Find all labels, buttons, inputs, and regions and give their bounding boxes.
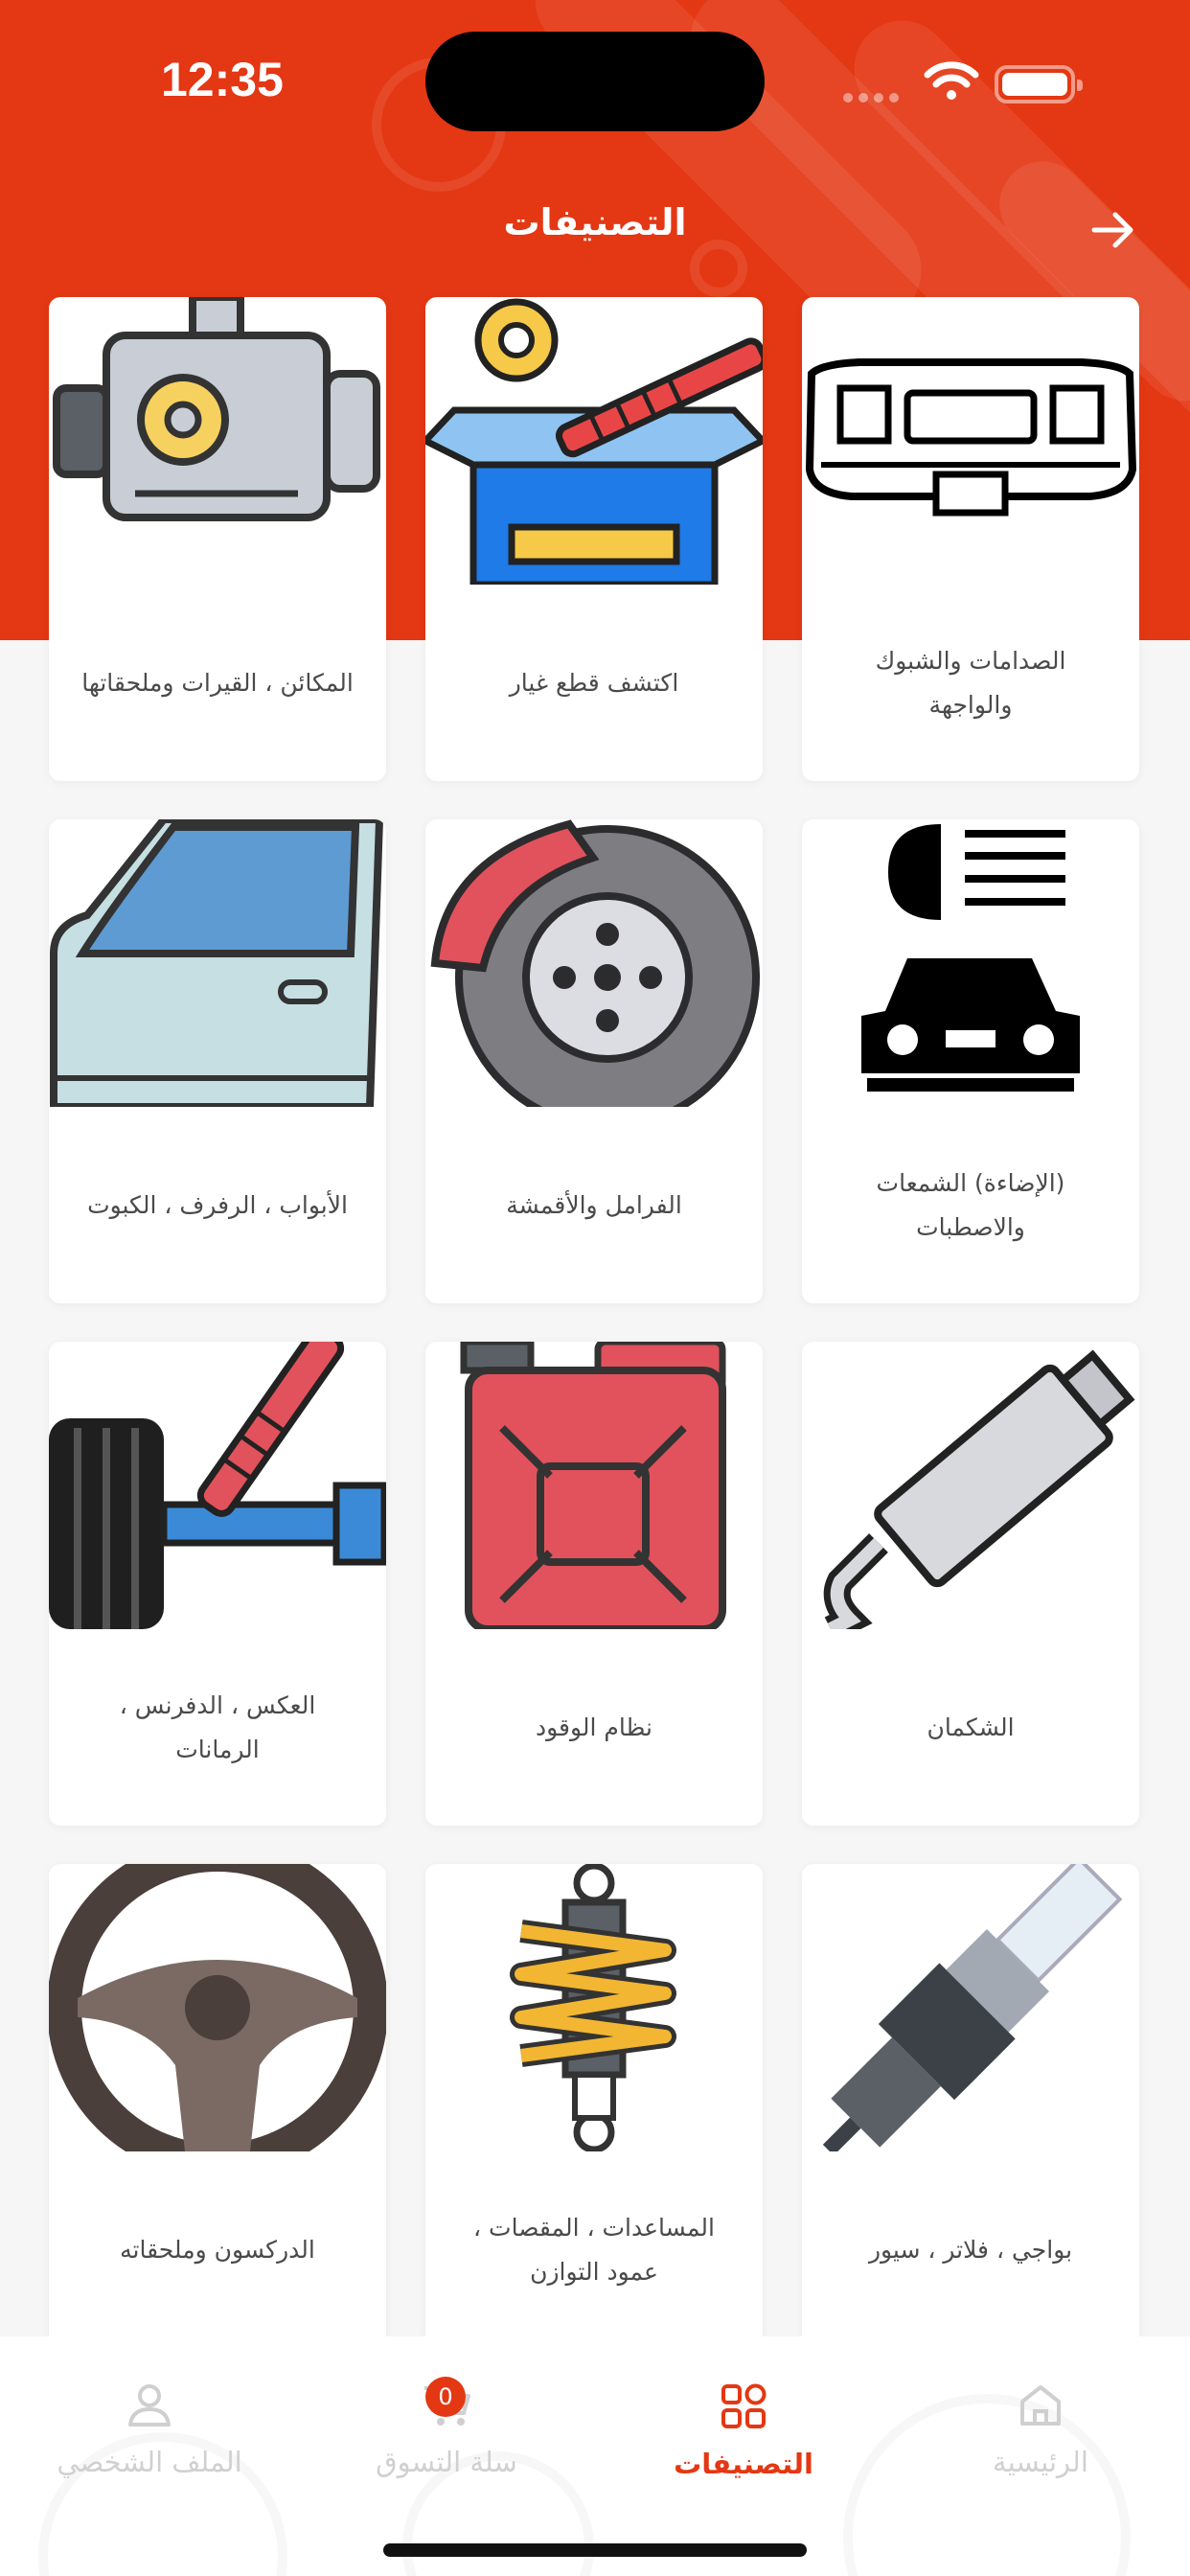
tab-bar: الرئيسية التصنيفات 0 سلة التسوق الملف ال… (0, 2336, 1190, 2576)
back-arrow-icon[interactable] (1087, 203, 1140, 257)
tab-label: الرئيسية (993, 2446, 1088, 2478)
category-label: الأبواب ، الرفرف ، الكبوت (87, 1190, 348, 1219)
category-card-doors[interactable]: الأبواب ، الرفرف ، الكبوت (49, 819, 386, 1303)
category-label: المكائن ، القيرات وملحقاتها (81, 668, 354, 697)
exhaust-muffler-icon (823, 1349, 1135, 1629)
home-indicator (383, 2543, 807, 2557)
category-card-engines[interactable]: المكائن ، القيرات وملحقاتها (49, 297, 386, 781)
category-card-spark-plugs[interactable]: بواجي ، فلاتر ، سيور (802, 1864, 1139, 2348)
signal-icon (843, 88, 904, 106)
category-label: بواجي ، فلاتر ، سيور (868, 2235, 1073, 2264)
tab-categories[interactable]: التصنيفات (609, 2356, 878, 2490)
engine-icon (53, 297, 380, 521)
tab-label: التصنيفات (674, 2448, 813, 2480)
tab-home[interactable]: الرئيسية (906, 2356, 1175, 2490)
car-door-icon (50, 819, 384, 1107)
category-card-shocks[interactable]: المساعدات ، المقصات ، عمود التوازن (425, 1864, 763, 2348)
shock-absorber-icon (510, 1864, 676, 2151)
category-card-brakes[interactable]: الفرامل والأقمشة (425, 819, 763, 1303)
car-bumper-icon (805, 358, 1137, 517)
suspension-axle-icon (49, 1342, 386, 1629)
fuel-can-icon (460, 1342, 726, 1629)
category-label: الشكمان (927, 1713, 1015, 1741)
page-title: التصنيفات (503, 201, 687, 243)
category-card-exhaust[interactable]: الشكمان (802, 1342, 1139, 1826)
car-headlight-icon (861, 824, 1080, 1092)
tab-label: الملف الشخصي (57, 2446, 242, 2478)
category-label: نظام الوقود (536, 1713, 652, 1741)
grid-icon (721, 2383, 767, 2428)
status-time: 12:35 (161, 53, 284, 106)
battery-icon (995, 65, 1083, 104)
category-card-lighting[interactable]: (الإضاءة) الشمعات والاصطبات (802, 819, 1139, 1303)
spark-plug-icon (822, 1864, 1123, 2151)
brake-disc-icon (430, 819, 760, 1107)
category-card-steering[interactable]: الدركسون وملحقاته (49, 1864, 386, 2348)
user-icon (128, 2384, 171, 2426)
tab-cart[interactable]: 0 سلة التسوق (312, 2356, 581, 2490)
home-icon (1020, 2385, 1061, 2426)
tab-profile[interactable]: الملف الشخصي (15, 2356, 284, 2490)
tab-label: سلة التسوق (376, 2446, 517, 2478)
category-card-discover-parts[interactable]: اكتشف قطع غيار (425, 297, 763, 781)
category-card-bumpers[interactable]: الصدامات والشبوك والواجهة (802, 297, 1139, 781)
cart-count-badge: 0 (425, 2377, 466, 2417)
wifi-icon (924, 61, 979, 100)
status-icons (843, 59, 1083, 104)
parts-box-icon (425, 298, 763, 585)
category-card-axle[interactable]: العكس ، الدفرنس ، الرمانات (49, 1342, 386, 1826)
category-label: المساعدات ، المقصات ، عمود التوازن (473, 2213, 715, 2286)
category-label: اكتشف قطع غيار (509, 668, 679, 697)
category-label: العكس ، الدفرنس ، الرمانات (119, 1690, 316, 1763)
dynamic-island (425, 32, 765, 131)
steering-wheel-icon (49, 1864, 386, 2151)
category-label: الصدامات والشبوك والواجهة (875, 646, 1066, 719)
category-label: الدركسون وملحقاته (120, 2235, 315, 2264)
category-label: الفرامل والأقمشة (506, 1190, 682, 1219)
category-label: (الإضاءة) الشمعات والاصطبات (876, 1168, 1065, 1241)
category-card-fuel[interactable]: نظام الوقود (425, 1342, 763, 1826)
